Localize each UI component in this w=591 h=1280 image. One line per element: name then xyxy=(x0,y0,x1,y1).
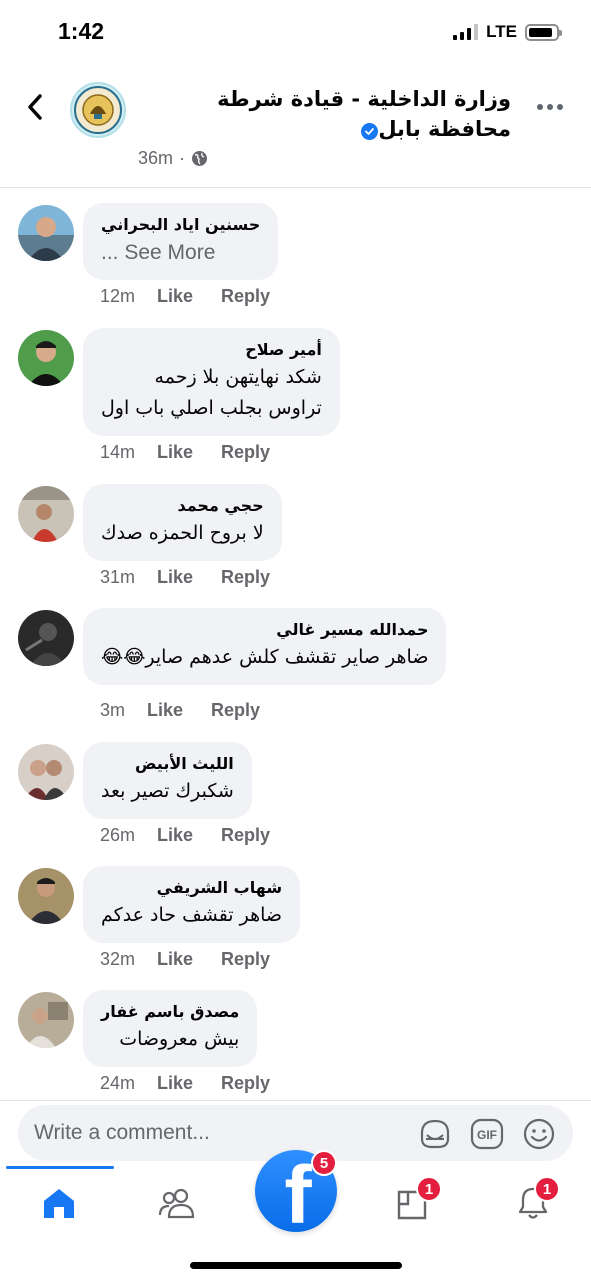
facebook-badge: 5 xyxy=(311,1150,337,1176)
reply-button[interactable]: Reply xyxy=(221,286,270,307)
comment-actions: 24m Like Reply xyxy=(100,1073,270,1094)
bottom-navigation: f 5 1 1 xyxy=(0,1150,591,1280)
network-label: LTE xyxy=(486,22,517,41)
comment-time[interactable]: 3m xyxy=(100,700,125,721)
page-title[interactable]: وزارة الداخلية - قيادة شرطة محافظة بابل xyxy=(138,84,511,144)
comment-text: شكبرك تصير بعد xyxy=(101,780,234,802)
comment-actions: 26m Like Reply xyxy=(100,825,270,846)
avatar[interactable] xyxy=(18,486,74,542)
like-button[interactable]: Like xyxy=(157,949,193,970)
comment-time[interactable]: 31m xyxy=(100,567,135,588)
comment-author[interactable]: حجي محمد xyxy=(101,494,263,518)
battery-icon xyxy=(525,23,562,41)
more-options-button[interactable] xyxy=(531,98,569,116)
pages-badge: 1 xyxy=(416,1176,442,1202)
comment-time[interactable]: 26m xyxy=(100,825,135,846)
sticker-icon[interactable] xyxy=(418,1117,452,1151)
like-button[interactable]: Like xyxy=(157,442,193,463)
globe-icon xyxy=(192,151,208,166)
like-button[interactable]: Like xyxy=(147,700,183,721)
page-avatar[interactable] xyxy=(70,82,126,138)
back-button[interactable] xyxy=(18,90,52,124)
like-button[interactable]: Like xyxy=(157,825,193,846)
comment-bubble[interactable]: الليث الأبيض شكبرك تصير بعد xyxy=(83,742,252,819)
status-indicators: LTE xyxy=(453,22,562,42)
comment-actions: 12m Like Reply xyxy=(100,286,270,307)
reply-button[interactable]: Reply xyxy=(221,442,270,463)
active-tab-indicator xyxy=(6,1166,114,1169)
verified-badge-icon xyxy=(361,123,379,140)
post-time[interactable]: 36m xyxy=(138,148,173,169)
meta-separator: · xyxy=(179,148,186,168)
see-more-link[interactable]: ... See More xyxy=(101,237,260,268)
comment-actions: 14m Like Reply xyxy=(100,442,270,463)
comments-list: حسنين اياد البحراني ... See More 12m Lik… xyxy=(0,190,591,1096)
reply-button[interactable]: Reply xyxy=(221,1073,270,1094)
avatar[interactable] xyxy=(18,205,74,261)
notifications-badge: 1 xyxy=(534,1176,560,1202)
comment-bubble[interactable]: شهاب الشريفي ضاهر تقشف حاد عدكم xyxy=(83,866,301,943)
comment-text: شكد نهايتهن بلا زحمه xyxy=(154,366,322,388)
comment-author[interactable]: شهاب الشريفي xyxy=(101,876,282,900)
friends-icon xyxy=(158,1188,195,1219)
comment-author[interactable]: الليث الأبيض xyxy=(101,752,234,776)
reply-button[interactable]: Reply xyxy=(221,567,270,588)
comment-time[interactable]: 12m xyxy=(100,286,135,307)
like-button[interactable]: Like xyxy=(157,286,193,307)
reply-button[interactable]: Reply xyxy=(221,949,270,970)
avatar[interactable] xyxy=(18,992,74,1048)
comment-time[interactable]: 24m xyxy=(100,1073,135,1094)
avatar[interactable] xyxy=(18,744,74,800)
comment-actions: 32m Like Reply xyxy=(100,949,270,970)
dot xyxy=(547,104,553,110)
like-button[interactable]: Like xyxy=(157,1073,193,1094)
reply-button[interactable]: Reply xyxy=(211,700,260,721)
svg-text:GIF: GIF xyxy=(477,1128,497,1142)
comment-bubble[interactable]: مصدق باسم غفار بيش معروضات xyxy=(83,990,258,1067)
home-icon xyxy=(44,1189,74,1218)
status-bar: 1:42 LTE xyxy=(0,0,591,64)
comment-author[interactable]: حسنين اياد البحراني xyxy=(101,213,260,237)
comment-author[interactable]: أمير صلاح xyxy=(101,338,322,362)
comment-actions: 3m Like Reply xyxy=(100,700,260,721)
avatar[interactable] xyxy=(18,868,74,924)
post-meta: 36m · xyxy=(138,148,208,169)
signal-icon xyxy=(453,24,479,40)
nav-friends[interactable] xyxy=(150,1180,204,1226)
comment-time[interactable]: 14m xyxy=(100,442,135,463)
comment-author[interactable]: مصدق باسم غفار xyxy=(101,1000,239,1024)
comment-text: بيش معروضات xyxy=(119,1028,240,1050)
comment-text: ضاهر تقشف حاد عدكم xyxy=(101,904,283,926)
avatar[interactable] xyxy=(18,330,74,386)
comment-input[interactable] xyxy=(34,1115,394,1151)
home-indicator xyxy=(190,1262,402,1269)
gif-icon[interactable]: GIF xyxy=(470,1117,504,1151)
comment-text: تراوس بجلب اصلي باب اول xyxy=(101,397,322,419)
emoji-icon[interactable] xyxy=(522,1117,556,1151)
avatar[interactable] xyxy=(18,610,74,666)
nav-home[interactable] xyxy=(32,1180,86,1226)
comment-bubble[interactable]: أمير صلاح شكد نهايتهن بلا زحمه تراوس بجل… xyxy=(83,328,340,436)
comment-text: لا بروح الحمزه صدك xyxy=(101,522,264,544)
comment-author[interactable]: حمدالله مسير غالي xyxy=(101,618,428,642)
comment-time[interactable]: 32m xyxy=(100,949,135,970)
like-button[interactable]: Like xyxy=(157,567,193,588)
police-emblem-icon xyxy=(74,86,122,134)
comment-bubble[interactable]: حجي محمد لا بروح الحمزه صدك xyxy=(83,484,282,561)
comment-bubble[interactable]: حسنين اياد البحراني ... See More xyxy=(83,203,279,280)
comment-text: ضاهر صاير تقشف كلش عدهم صاير😂😂 xyxy=(101,646,429,668)
post-header: وزارة الداخلية - قيادة شرطة محافظة بابل … xyxy=(0,70,591,188)
facebook-icon: f xyxy=(284,1150,312,1233)
comment-actions: 31m Like Reply xyxy=(100,567,270,588)
reply-button[interactable]: Reply xyxy=(221,825,270,846)
comment-bubble[interactable]: حمدالله مسير غالي ضاهر صاير تقشف كلش عده… xyxy=(83,608,447,685)
status-time: 1:42 xyxy=(58,18,105,44)
dot xyxy=(557,104,563,110)
chevron-left-icon xyxy=(28,94,42,120)
dot xyxy=(537,104,543,110)
